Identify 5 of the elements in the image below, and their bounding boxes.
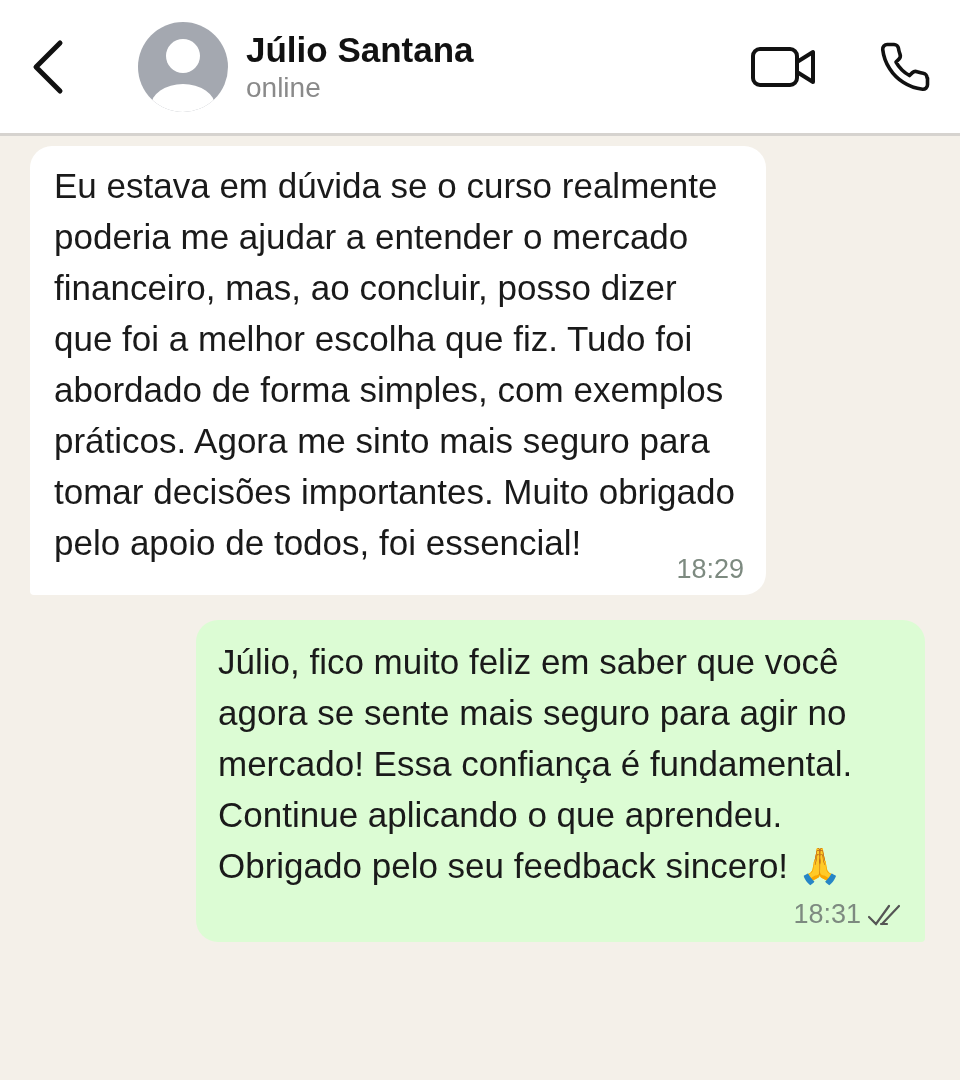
message-text: Júlio, fico muito feliz em saber que você agora se sente mais seguro para agir no mercado! Essa confiança é fundamental. Continue aplicando o que aprendeu. Obrigado pelo seu feedback sincero! 🙏 xyxy=(218,641,854,887)
message-time: 18:31 xyxy=(793,899,861,930)
video-call-button[interactable] xyxy=(750,44,816,89)
contact-name: Júlio Santana xyxy=(246,29,475,70)
contact-status: online xyxy=(246,71,322,104)
